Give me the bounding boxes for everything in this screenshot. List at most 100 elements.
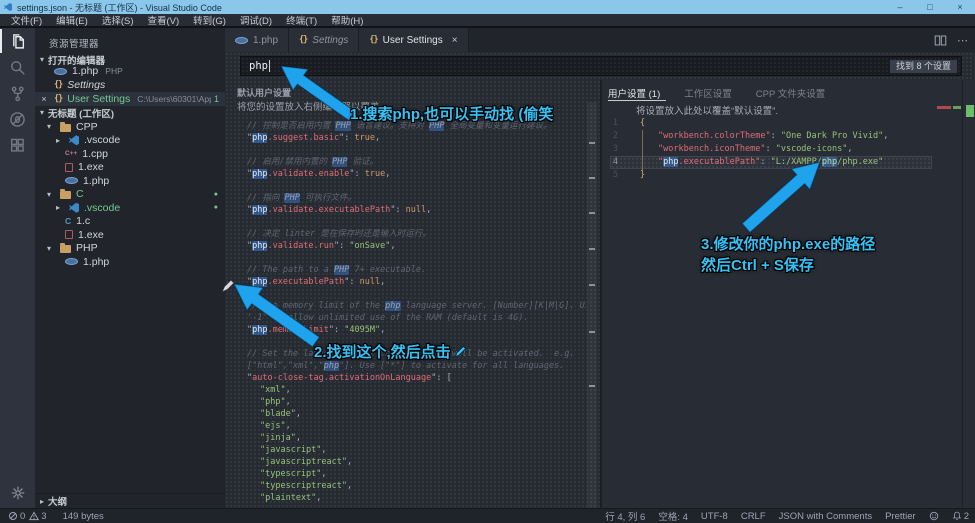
- split-editor-icon[interactable]: [934, 34, 947, 47]
- explorer-sidebar: 资源管理器 ▾ 打开的编辑器 1.phpPHP{}Settings×{}User…: [35, 28, 225, 508]
- feedback-smiley-icon[interactable]: [929, 511, 939, 521]
- chevron-down-icon: ▾: [47, 190, 55, 199]
- status-行-4-列-6[interactable]: 行 4, 列 6: [605, 509, 645, 523]
- minimap: [953, 106, 961, 109]
- tab-user-settings[interactable]: {} User Settings ×: [359, 28, 468, 52]
- settings-scope-tab-cpp-文件夹设置[interactable]: CPP 文件夹设置: [756, 86, 826, 100]
- settings-scope-tab-用户设置-1-[interactable]: 用户设置 (1): [608, 86, 660, 100]
- code-line: [225, 144, 586, 156]
- chevron-right-icon: ▸: [40, 497, 44, 506]
- default-settings-pane: 默认用户设置 将您的设置放入右侧编辑器以覆盖。 // 控制是否启用内置 PHP …: [225, 80, 600, 508]
- default-settings-code[interactable]: // 控制是否启用内置 PHP 语言建议。支持对 PHP 全局变量和变量运行建议…: [225, 120, 586, 504]
- code-line: "php.validate.enable": true,: [225, 168, 586, 180]
- explorer-icon[interactable]: [0, 28, 35, 54]
- code-line: "php.validate.run": "onSave",: [225, 240, 586, 252]
- file-1-php[interactable]: 1.php: [35, 174, 225, 188]
- status-utf-8[interactable]: UTF-8: [701, 511, 728, 522]
- warnings-indicator[interactable]: 3: [29, 511, 46, 522]
- user-settings-hint: 将设置放入此处以覆盖“默认设置”.: [636, 103, 778, 117]
- folder-c[interactable]: ▾C●: [35, 188, 225, 202]
- php-icon: [65, 177, 78, 184]
- file-size: 149 bytes: [63, 511, 104, 522]
- menu-item-调试-d-[interactable]: 调试(D): [233, 13, 279, 27]
- scrollbar[interactable]: [587, 102, 597, 508]
- settings-scope-tab-工作区设置[interactable]: 工作区设置: [684, 86, 732, 100]
- minimap: [937, 106, 951, 109]
- open-editor-user-settings[interactable]: ×{}User SettingsC:\Users\60301\AppData..…: [35, 92, 225, 106]
- source-control-icon[interactable]: [0, 80, 35, 106]
- extensions-icon[interactable]: [0, 132, 35, 158]
- code-line: '-1' to allow unlimited use of the RAM (…: [225, 312, 586, 324]
- tab-settings[interactable]: {}Settings: [289, 28, 359, 52]
- code-line: // The path to a PHP 7+ executable.: [225, 264, 586, 276]
- exe-icon: [65, 163, 73, 172]
- menu-item-文件-f-[interactable]: 文件(F): [4, 13, 49, 27]
- file-1-exe[interactable]: 1.exe: [35, 228, 225, 242]
- close-button[interactable]: ×: [945, 0, 975, 14]
- folder-icon: [60, 245, 71, 253]
- workspace-section-header[interactable]: ▾ 无标题 (工作区): [35, 106, 225, 119]
- settings-gear-icon[interactable]: [0, 480, 35, 506]
- user-settings-code[interactable]: 1{2"workbench.colorTheme": "One Dark Pro…: [602, 117, 955, 182]
- folder-php[interactable]: ▾PHP: [35, 242, 225, 256]
- tab-label: User Settings: [383, 35, 443, 46]
- search-results-count: 找到 8 个设置: [890, 60, 957, 73]
- folder--vscode[interactable]: ▸.vscode●: [35, 201, 225, 215]
- settings-search-strip: php 找到 8 个设置: [225, 52, 975, 80]
- menu-item-编辑-e-[interactable]: 编辑(E): [49, 13, 95, 27]
- settings-search-input[interactable]: php 找到 8 个设置: [240, 56, 962, 76]
- status-json-with-comments[interactable]: JSON with Comments: [779, 511, 872, 522]
- search-icon[interactable]: [0, 54, 35, 80]
- open-editor-settings[interactable]: {}Settings: [35, 78, 225, 92]
- outline-section-header[interactable]: ▸ 大纲: [35, 493, 225, 508]
- notifications-bell[interactable]: 2: [952, 511, 969, 522]
- title-bar: settings.json - 无标题 (工作区) - Visual Studi…: [0, 0, 975, 14]
- activity-bar: [0, 28, 35, 508]
- braces-icon: {}: [369, 35, 377, 45]
- close-icon[interactable]: ×: [452, 35, 458, 46]
- code-line: "php.suggest.basic": true,: [225, 132, 586, 144]
- folder-cpp[interactable]: ▾CPP: [35, 120, 225, 134]
- code-line: // 指向 PHP 可执行文件。: [225, 192, 586, 204]
- errors-indicator[interactable]: 0: [8, 511, 25, 522]
- item-label: 1.cpp: [82, 148, 108, 160]
- line-number: 1: [602, 117, 628, 130]
- active-tab-underline: [608, 100, 666, 101]
- maximize-button[interactable]: □: [915, 0, 945, 14]
- debug-icon[interactable]: [0, 106, 35, 132]
- editor-detail: C:\Users\60301\AppData...: [137, 94, 211, 104]
- tab-1-php[interactable]: 1.php: [225, 28, 289, 52]
- file-1-c[interactable]: C1.c: [35, 215, 225, 229]
- menu-item-查看-v-[interactable]: 查看(V): [140, 13, 186, 27]
- file-1-exe[interactable]: 1.exe: [35, 161, 225, 175]
- file-1-cpp[interactable]: C++1.cpp: [35, 147, 225, 161]
- menu-item-转到-g-[interactable]: 转到(G): [186, 13, 233, 27]
- code-line: "php.validate.executablePath": null,: [225, 204, 586, 216]
- code-line: // 决定 linter 是在保存时还是输入时运行。: [225, 228, 586, 240]
- menu-item-选择-s-[interactable]: 选择(S): [95, 13, 141, 27]
- status-prettier[interactable]: Prettier: [885, 511, 916, 522]
- code-line: "xml",: [225, 384, 586, 396]
- git-status-dot: ●: [214, 204, 218, 211]
- editor-detail: PHP: [105, 66, 122, 76]
- status-crlf[interactable]: CRLF: [741, 511, 766, 522]
- minimize-button[interactable]: –: [885, 0, 915, 14]
- php-icon: [54, 68, 67, 75]
- file-1-php[interactable]: 1.php: [35, 255, 225, 269]
- code-line: "plaintext",: [225, 492, 586, 504]
- open-editor-1-php[interactable]: 1.php PHP: [35, 64, 225, 78]
- overview-ruler: [962, 80, 963, 508]
- editor-group: 1.php{}Settings {} User Settings × ⋯ php 找到…: [225, 28, 975, 508]
- open-editors-list: 1.php PHP {}Settings×{}User SettingsC:\Use…: [35, 64, 225, 106]
- close-icon[interactable]: ×: [39, 94, 49, 104]
- settings-scope-tabs: 用户设置 (1) 工作区设置 CPP 文件夹设置: [608, 86, 825, 100]
- code-line: ["html","xml","php"]. Use ["*"] to activ…: [225, 360, 586, 372]
- folder--vscode[interactable]: ▸.vscode: [35, 134, 225, 148]
- menu-item-终端-t-[interactable]: 终端(T): [279, 13, 324, 27]
- status-空格-4[interactable]: 空格: 4: [658, 509, 688, 523]
- code-line: 2"workbench.colorTheme": "One Dark Pro V…: [602, 130, 955, 143]
- menu-item-帮助-h-[interactable]: 帮助(H): [324, 13, 370, 27]
- more-actions-icon[interactable]: ⋯: [957, 34, 969, 47]
- php-icon: [235, 37, 248, 44]
- editor-label: 1.php: [72, 65, 98, 77]
